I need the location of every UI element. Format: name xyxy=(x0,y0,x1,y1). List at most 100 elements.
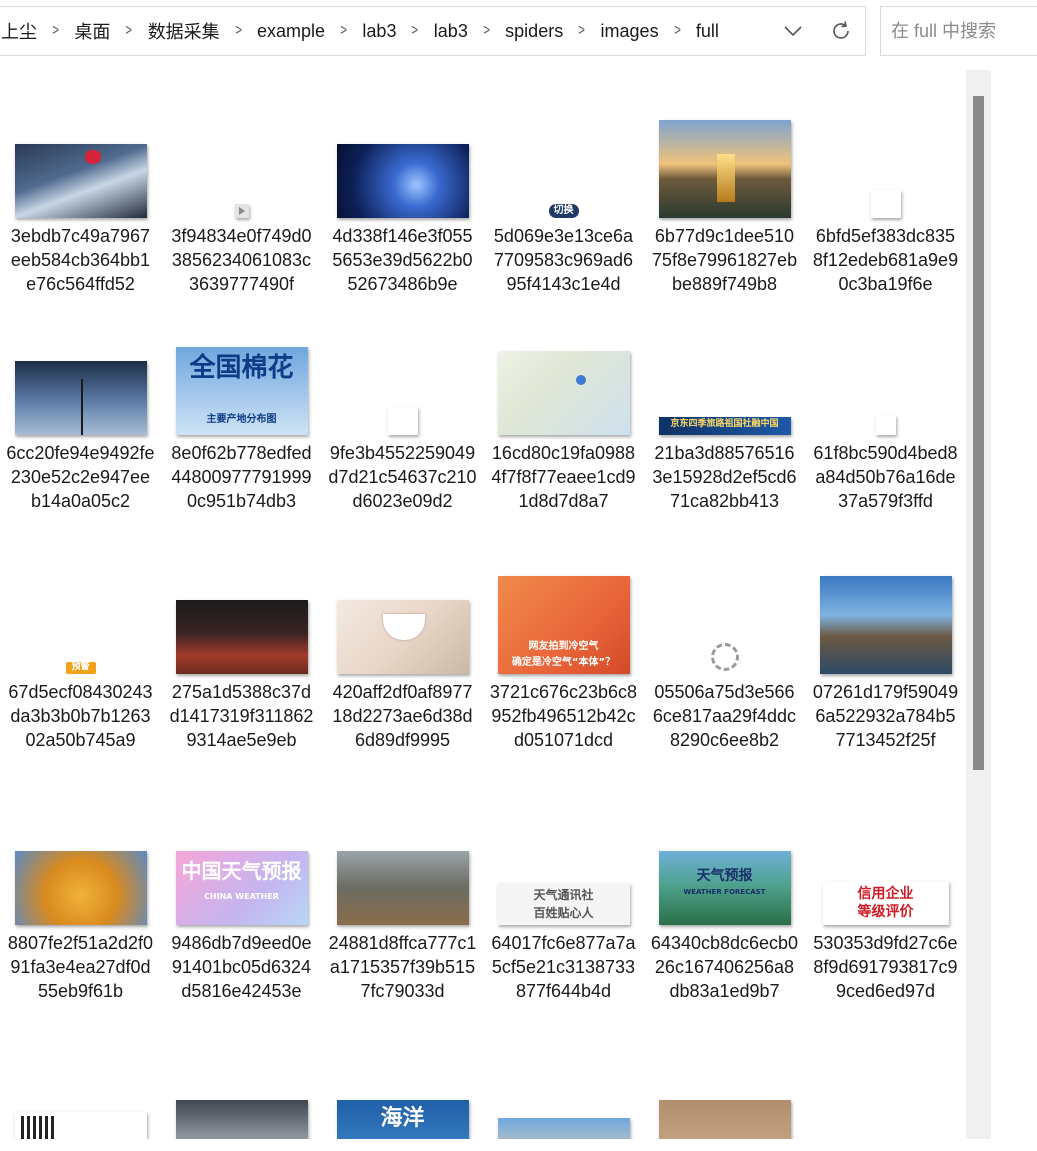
chevron-right-icon[interactable]: > xyxy=(483,22,490,40)
breadcrumb-item[interactable]: full xyxy=(694,21,721,42)
image-thumbnail[interactable] xyxy=(870,190,901,218)
scrollbar-thumb[interactable] xyxy=(973,96,984,770)
thumbnail-area xyxy=(322,118,483,218)
image-thumbnail[interactable] xyxy=(875,415,896,435)
thumbnail-caption: 网友拍到冷空气 xyxy=(528,641,599,652)
image-thumbnail[interactable]: 中国天气预报 CHINA WEATHER xyxy=(175,851,308,925)
file-item[interactable]: 天气预报 WEATHER FORECAST 64340cb8dc6ecb026c16… xyxy=(644,825,805,1003)
thumbnail-area: 网友拍到冷空气确定是冷空气“本体”？ xyxy=(483,574,644,674)
image-thumbnail[interactable] xyxy=(14,144,147,218)
breadcrumb: 上尘 > 桌面 > 数据采集 > example > lab3 > lab3 >… xyxy=(0,7,769,55)
file-item[interactable]: 中国天气预报 CHINA WEATHER 9486db7d9eed0e91401bc… xyxy=(161,825,322,1003)
file-item[interactable]: 天气通讯社 百姓贴心人 64017fc6e877a7a5cf5e21c3138733… xyxy=(483,825,644,1003)
file-item[interactable] xyxy=(0,1060,161,1139)
image-thumbnail[interactable] xyxy=(14,1112,147,1139)
file-item[interactable]: 24881d8ffca777c1a1715357f39b5157fc79033d xyxy=(322,825,483,1003)
thumbnail-caption: 信用企业 xyxy=(857,886,914,902)
breadcrumb-item[interactable]: images xyxy=(599,21,661,42)
file-item[interactable]: 8807fe2f51a2d2f091fa3e4ea27df0d55eb9f61b xyxy=(0,825,161,1003)
chevron-right-icon[interactable]: > xyxy=(52,22,59,40)
image-thumbnail[interactable] xyxy=(819,576,952,674)
file-item[interactable]: 网友拍到冷空气 确定是冷空气“本体”？ 3721c676c23b6c8952fb49… xyxy=(483,574,644,752)
file-item[interactable] xyxy=(483,1060,644,1139)
thumbnail-area xyxy=(483,335,644,435)
file-item[interactable]: 05506a75d3e5666ce817aa29f4ddc8290c6ee8b2 xyxy=(644,574,805,752)
file-item[interactable]: 3ebdb7c49a7967eeb584cb364bb1e76c564ffd52 xyxy=(0,118,161,296)
chevron-right-icon[interactable]: > xyxy=(126,22,133,40)
file-item[interactable]: 61f8bc590d4bed8a84d50b76a16de37a579f3ffd xyxy=(805,335,966,513)
file-item[interactable]: 3f94834e0f749d03856234061083c3639777490f xyxy=(161,118,322,296)
image-thumbnail[interactable] xyxy=(175,600,308,674)
chevron-right-icon[interactable]: > xyxy=(412,22,419,40)
thumbnail-area xyxy=(161,118,322,218)
file-item[interactable]: 预警 67d5ecf08430243da3b3b0b7b126302a50b745… xyxy=(0,574,161,752)
file-name: 9fe3b4552259049d7d21c54637c210d6023e09d2 xyxy=(328,443,477,511)
image-thumbnail[interactable]: 海洋是怎样影响 xyxy=(336,1100,469,1139)
image-thumbnail[interactable] xyxy=(658,1100,791,1139)
chevron-right-icon[interactable]: > xyxy=(340,22,347,40)
chevron-right-icon[interactable]: > xyxy=(674,22,681,40)
image-thumbnail[interactable] xyxy=(234,204,249,218)
file-item[interactable]: 6b77d9c1dee51075f8e79961827ebbe889f749b8 xyxy=(644,118,805,296)
thumbnail-caption: 中国天气预报 xyxy=(181,859,302,883)
image-thumbnail[interactable] xyxy=(387,407,418,435)
refresh-icon xyxy=(833,21,849,39)
search-input[interactable] xyxy=(881,19,1037,43)
vertical-scrollbar[interactable] xyxy=(966,70,991,1139)
file-item[interactable]: 9fe3b4552259049d7d21c54637c210d6023e09d2 xyxy=(322,335,483,513)
image-thumbnail[interactable]: 信用企业 等级评价 xyxy=(822,881,949,925)
file-item[interactable] xyxy=(161,1060,322,1139)
image-thumbnail[interactable] xyxy=(658,120,791,218)
file-item[interactable]: 07261d179f590496a522932a784b57713452f25f xyxy=(805,574,966,752)
chevron-right-icon[interactable]: > xyxy=(579,22,586,40)
image-thumbnail[interactable]: 京东四季旅路祖国社融中国 xyxy=(658,417,791,435)
image-thumbnail[interactable] xyxy=(336,144,469,218)
image-thumbnail[interactable]: 全国棉花 主要产地分布图 xyxy=(175,347,308,435)
breadcrumb-item[interactable]: lab3 xyxy=(432,21,470,42)
file-item[interactable]: 海洋是怎样影响 xyxy=(322,1060,483,1139)
image-thumbnail[interactable] xyxy=(336,600,469,674)
image-thumbnail[interactable]: 网友拍到冷空气确定是冷空气“本体”？ xyxy=(497,576,630,674)
breadcrumb-item[interactable]: spiders xyxy=(503,21,565,42)
file-item[interactable] xyxy=(644,1060,805,1139)
file-item[interactable]: 京东四季旅路祖国社融中国 21ba3d885765163e15928d2ef5cd… xyxy=(644,335,805,513)
thumbnail-subcaption: 等级评价 xyxy=(857,904,914,920)
file-name: 21ba3d885765163e15928d2ef5cd671ca82bb413 xyxy=(652,443,797,511)
file-name: 61f8bc590d4bed8a84d50b76a16de37a579f3ffd xyxy=(813,443,958,511)
file-item[interactable]: 420aff2df0af897718d2273ae6d38d6d89df9995 xyxy=(322,574,483,752)
breadcrumb-item[interactable]: 桌面 xyxy=(72,18,112,44)
thumbnail-area: 信用企业 等级评价 xyxy=(805,825,966,925)
address-bar[interactable]: 上尘 > 桌面 > 数据采集 > example > lab3 > lab3 >… xyxy=(0,6,866,56)
image-thumbnail[interactable] xyxy=(497,351,630,435)
file-item[interactable]: 切换 5d069e3e13ce6a7709583c969ad695f4143c1e… xyxy=(483,118,644,296)
thumbnail-caption: 全国棉花 xyxy=(189,353,294,383)
image-thumbnail[interactable]: 天气通讯社 百姓贴心人 xyxy=(497,883,630,925)
image-thumbnail[interactable] xyxy=(708,640,742,674)
image-thumbnail[interactable] xyxy=(175,1100,308,1139)
file-item[interactable]: 全国棉花 主要产地分布图 8e0f62b778edfed44800977791999… xyxy=(161,335,322,513)
thumbnail-area xyxy=(0,118,161,218)
breadcrumb-item[interactable]: example xyxy=(255,21,327,42)
image-thumbnail[interactable] xyxy=(497,1118,630,1139)
file-item[interactable]: 16cd80c19fa09884f7f8f77eaee1cd91d8d7d8a7 xyxy=(483,335,644,513)
chevron-right-icon[interactable]: > xyxy=(235,22,242,40)
image-thumbnail[interactable]: 切换 xyxy=(548,204,579,218)
image-thumbnail[interactable]: 预警 xyxy=(65,662,96,674)
file-item[interactable]: 4d338f146e3f0555653e39d5622b052673486b9e xyxy=(322,118,483,296)
file-item[interactable]: 信用企业 等级评价 530353d9fd27c6e8f9d691793817c99c… xyxy=(805,825,966,1003)
thumbnail-area: 天气通讯社 百姓贴心人 xyxy=(483,825,644,925)
thumbnail-subcaption: 确定是冷空气“本体”？ xyxy=(511,657,616,668)
breadcrumb-item[interactable]: lab3 xyxy=(360,21,398,42)
history-dropdown-button[interactable] xyxy=(769,7,817,55)
image-thumbnail[interactable] xyxy=(14,851,147,925)
file-item[interactable]: 6cc20fe94e9492fe230e52c2e947eeb14a0a05c2 xyxy=(0,335,161,513)
breadcrumb-item[interactable]: 数据采集 xyxy=(146,18,222,44)
breadcrumb-item[interactable]: 上尘 xyxy=(0,18,39,44)
file-item[interactable]: 6bfd5ef383dc8358f12edeb681a9e90c3ba19f6e xyxy=(805,118,966,296)
refresh-button[interactable] xyxy=(817,7,865,55)
search-box[interactable] xyxy=(880,6,1037,56)
image-thumbnail[interactable] xyxy=(336,851,469,925)
file-item[interactable]: 275a1d5388c37dd1417319f3118629314ae5e9eb xyxy=(161,574,322,752)
image-thumbnail[interactable] xyxy=(14,361,147,435)
image-thumbnail[interactable]: 天气预报 WEATHER FORECAST xyxy=(658,851,791,925)
